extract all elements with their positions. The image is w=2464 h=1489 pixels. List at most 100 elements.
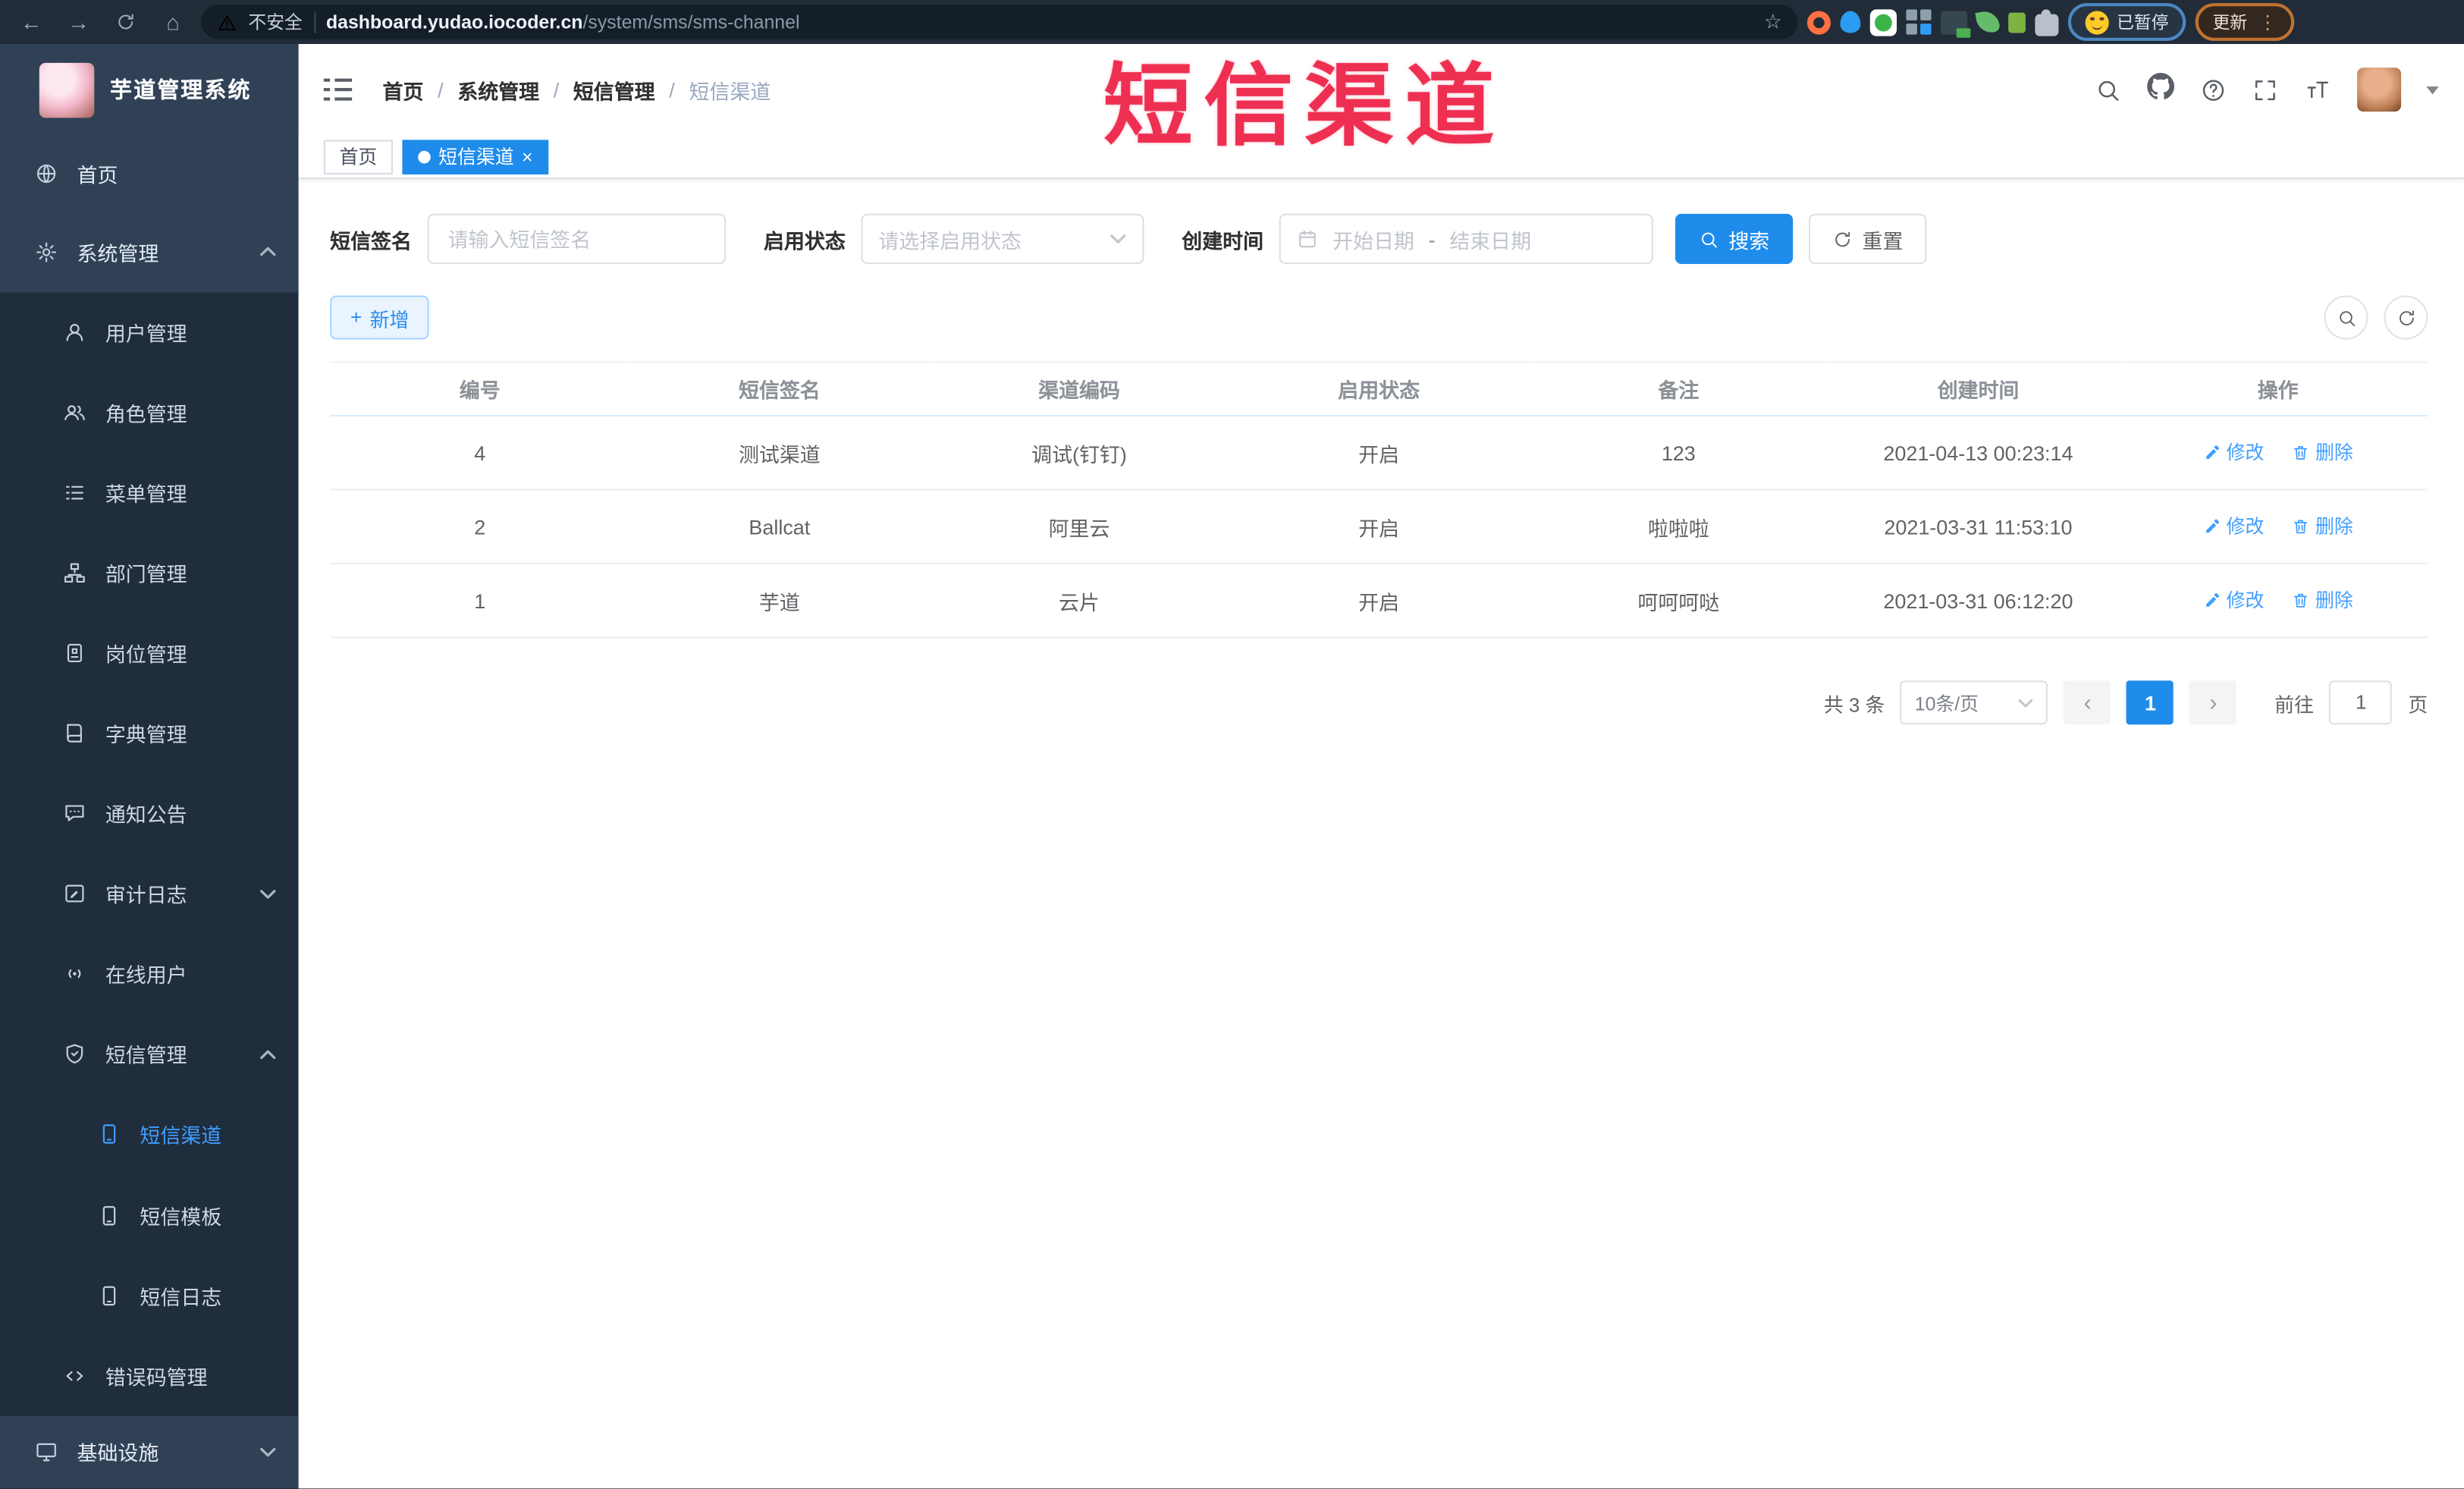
cell-actions: 修改 删除 <box>2128 489 2428 564</box>
sidebar-collapse-icon[interactable] <box>323 78 352 102</box>
online-users-icon <box>68 969 81 979</box>
sidebar-item-dictionary-management[interactable]: 字典管理 <box>0 693 299 774</box>
reset-button-label: 重置 <box>1862 228 1904 253</box>
search-button[interactable]: 搜索 <box>1675 213 1794 265</box>
avatar-caret-down-icon[interactable] <box>2426 85 2439 94</box>
browser-profile-chip[interactable]: 已暂停 <box>2067 3 2186 41</box>
add-button[interactable]: + 新增 <box>330 295 430 340</box>
back-icon[interactable]: ← <box>13 5 51 39</box>
trash-icon <box>2294 445 2309 460</box>
breadcrumb-home[interactable]: 首页 <box>383 74 424 104</box>
cell-signature: Ballcat <box>629 489 930 564</box>
extension-leaf-icon[interactable] <box>1975 9 2001 35</box>
tab-home[interactable]: 首页 <box>323 139 394 174</box>
address-bar[interactable]: 不安全 dashboard.yudao.iocoder.cn/system/sm… <box>201 5 1798 39</box>
extension-orange-icon[interactable] <box>1806 10 1831 34</box>
tags-view-bar: 首页 短信渠道 × <box>298 135 2464 180</box>
github-icon[interactable] <box>2146 71 2174 108</box>
select-chevron-down-icon <box>1110 234 1126 243</box>
cell-remark: 123 <box>1528 416 1828 491</box>
extensions-puzzle-icon[interactable] <box>2035 8 2059 36</box>
font-size-icon[interactable] <box>2304 76 2332 102</box>
security-warning-label: 不安全 <box>248 14 303 33</box>
delete-label: 删除 <box>2315 516 2353 539</box>
extension-green-circle-icon[interactable] <box>1869 8 1897 36</box>
filter-form: 短信签名 启用状态 请选择启用状态 创建时间 开始日期 - 结束日期 <box>330 213 2428 265</box>
status-select[interactable]: 请选择启用状态 <box>861 213 1144 265</box>
end-date-placeholder: 结束日期 <box>1449 228 1532 253</box>
reload-icon[interactable] <box>107 5 145 39</box>
sidebar-item-home[interactable]: 首页 <box>0 135 299 210</box>
update-button[interactable]: 更新 ⋮ <box>2195 3 2295 41</box>
select-chevron-down-icon <box>2019 698 2034 707</box>
bookmark-star-icon[interactable]: ☆ <box>1764 9 1782 34</box>
sidebar-item-sms-log[interactable]: 短信日志 <box>0 1255 299 1336</box>
delete-link[interactable]: 删除 <box>2292 586 2353 613</box>
sidebar-item-error-code-management[interactable]: 错误码管理 <box>0 1335 299 1415</box>
sidebar-item-label: 角色管理 <box>105 402 187 426</box>
delete-link[interactable]: 删除 <box>2292 513 2353 539</box>
edit-link[interactable]: 修改 <box>2203 513 2264 539</box>
signature-input[interactable] <box>427 213 727 265</box>
url-text[interactable]: dashboard.yudao.iocoder.cn/system/sms/sm… <box>326 11 800 33</box>
extension-small-green-icon[interactable] <box>2008 11 2026 33</box>
forward-icon[interactable]: → <box>60 5 98 39</box>
range-separator: - <box>1428 227 1436 251</box>
sidebar-item-user-management[interactable]: 用户管理 <box>0 292 299 372</box>
edit-link[interactable]: 修改 <box>2203 586 2264 613</box>
refresh-table-button[interactable] <box>2384 295 2428 340</box>
user-icon <box>66 324 83 341</box>
sidebar-item-sms-management[interactable]: 短信管理 <box>0 1014 299 1095</box>
page-size-value: 10条/页 <box>1914 692 1979 715</box>
breadcrumb-sms[interactable]: 短信管理 <box>573 74 655 104</box>
breadcrumb-system[interactable]: 系统管理 <box>457 74 539 104</box>
table-row: 4 测试渠道 调试(钉钉) 开启 123 2021-04-13 00:23:14… <box>330 416 2428 491</box>
sidebar-item-online-users[interactable]: 在线用户 <box>0 935 299 1015</box>
status-label: 启用状态 <box>764 228 846 253</box>
cell-status: 开启 <box>1229 489 1529 564</box>
sidebar-item-notice-announcement[interactable]: 通知公告 <box>0 774 299 854</box>
header-search-icon[interactable] <box>2095 76 2121 102</box>
create-time-label: 创建时间 <box>1182 228 1264 253</box>
edit-link[interactable]: 修改 <box>2203 439 2264 466</box>
sidebar-item-sms-channel[interactable]: 短信渠道 <box>0 1095 299 1175</box>
date-range-picker[interactable]: 开始日期 - 结束日期 <box>1279 213 1653 265</box>
page-1-button[interactable]: 1 <box>2127 680 2174 725</box>
home-icon[interactable]: ⌂ <box>154 5 192 39</box>
sidebar-item-department-management[interactable]: 部门管理 <box>0 533 299 614</box>
fullscreen-icon[interactable] <box>2252 76 2278 102</box>
cell-id: 4 <box>330 416 630 491</box>
menu-kebab-icon[interactable]: ⋮ <box>2258 11 2277 33</box>
user-avatar[interactable] <box>2357 68 2402 112</box>
sidebar-item-sms-template[interactable]: 短信模板 <box>0 1175 299 1255</box>
prev-page-button[interactable]: ‹ <box>2064 680 2111 725</box>
tab-sms-channel[interactable]: 短信渠道 × <box>402 139 549 174</box>
col-id: 编号 <box>330 362 630 417</box>
tab-close-icon[interactable]: × <box>522 147 533 166</box>
goto-page-input[interactable] <box>2329 680 2393 725</box>
app-logo[interactable]: 芋道管理系统 <box>0 44 299 135</box>
delete-link[interactable]: 删除 <box>2292 439 2353 466</box>
search-icon <box>2339 310 2355 326</box>
sidebar-item-label: 短信日志 <box>140 1285 222 1309</box>
page-size-select[interactable]: 10条/页 <box>1901 680 2048 725</box>
sidebar-item-role-management[interactable]: 角色管理 <box>0 372 299 453</box>
next-page-button[interactable]: › <box>2189 680 2237 725</box>
sidebar-item-label: 用户管理 <box>105 322 187 346</box>
sidebar-item-infrastructure[interactable]: 基础设施 <box>0 1415 299 1489</box>
extension-blue-drop-icon[interactable] <box>1840 11 1861 33</box>
sms-channel-table: 编号 短信签名 渠道编码 启用状态 备注 创建时间 操作 4 测试渠道 调试(钉… <box>330 361 2428 639</box>
sidebar-item-label: 系统管理 <box>77 241 159 265</box>
reset-button[interactable]: 重置 <box>1809 213 1927 265</box>
col-signature: 短信签名 <box>629 362 930 417</box>
cell-signature: 测试渠道 <box>629 416 930 491</box>
start-date-placeholder: 开始日期 <box>1332 228 1414 253</box>
sidebar-item-audit-log[interactable]: 审计日志 <box>0 854 299 935</box>
sidebar-item-system-management[interactable]: 系统管理 <box>0 211 299 293</box>
sidebar-item-menu-management[interactable]: 菜单管理 <box>0 453 299 533</box>
extension-grid-icon[interactable] <box>1906 9 1931 34</box>
help-icon[interactable] <box>2200 76 2227 102</box>
toggle-search-button[interactable] <box>2324 295 2368 340</box>
sidebar-item-post-management[interactable]: 岗位管理 <box>0 613 299 693</box>
extension-screen-share-icon[interactable] <box>1941 10 1971 37</box>
